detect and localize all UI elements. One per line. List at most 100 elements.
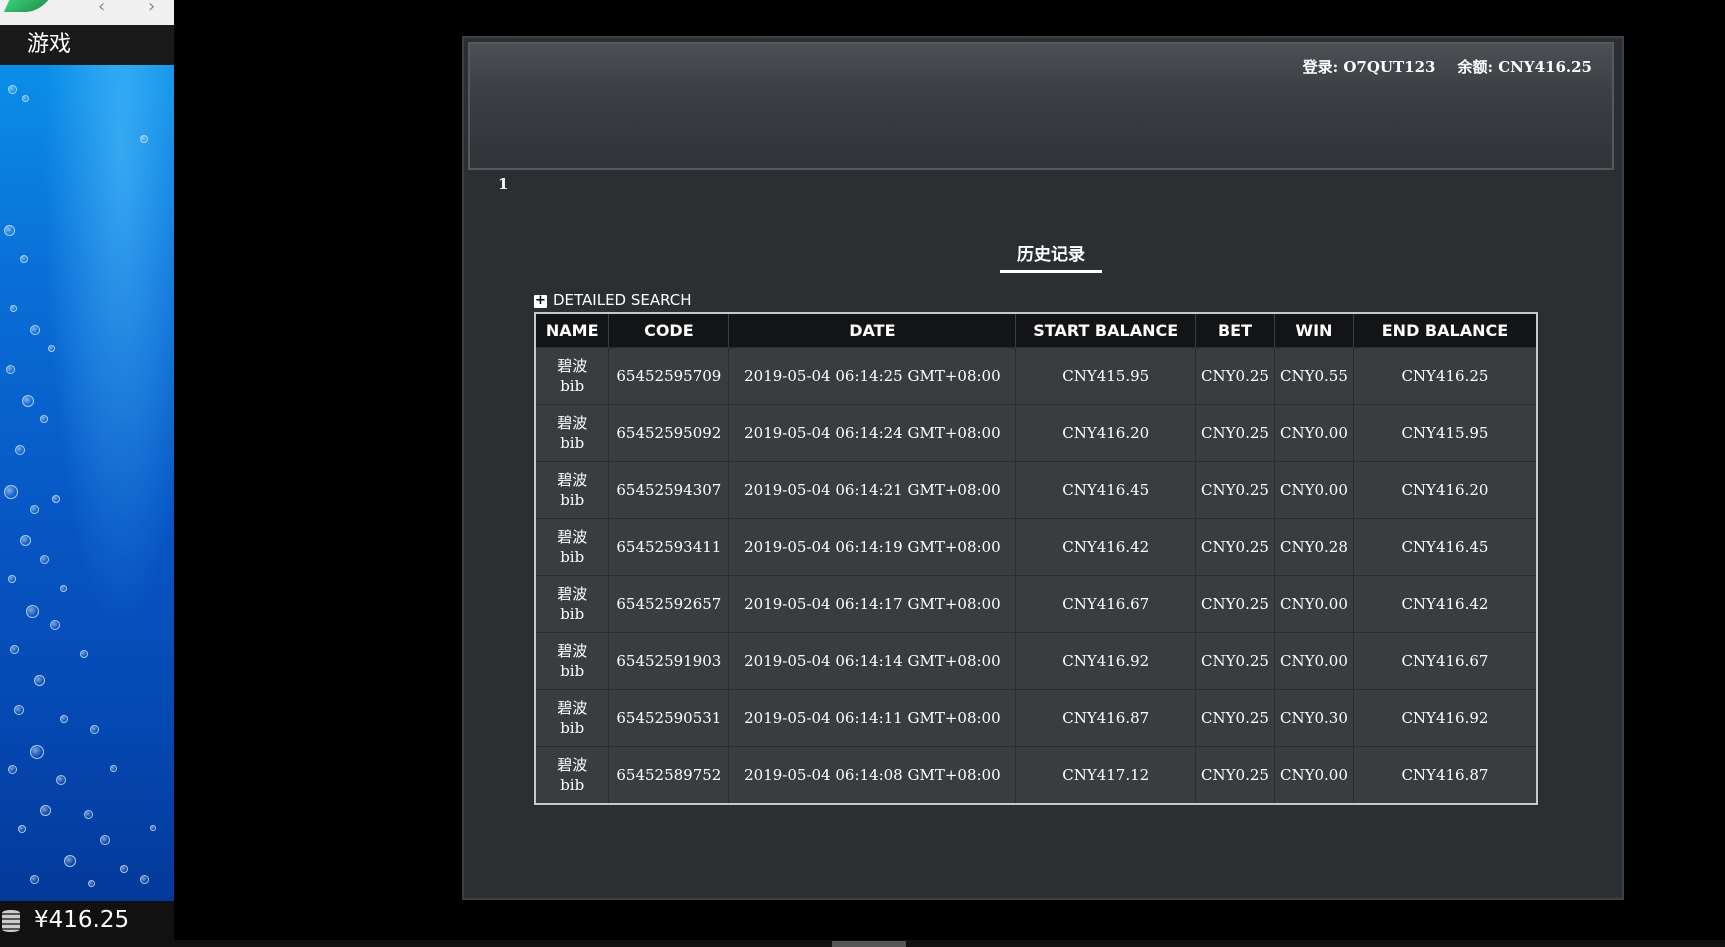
cell-start-balance: CNY416.42 — [1015, 518, 1196, 576]
bubble-decoration — [22, 395, 34, 407]
cell-bet: CNY0.25 — [1195, 632, 1275, 690]
cell-end-balance: CNY415.95 — [1352, 404, 1537, 462]
cell-start-balance: CNY416.67 — [1015, 575, 1196, 633]
game-name-en: bib — [560, 776, 585, 794]
bubble-decoration — [22, 95, 29, 102]
game-name-en: bib — [560, 491, 585, 509]
table-row[interactable]: 碧波 bib 65452595709 2019-05-04 06:14:25 GMT+… — [534, 347, 1537, 405]
cell-win: CNY0.00 — [1273, 461, 1354, 519]
cell-end-balance: CNY416.92 — [1352, 689, 1537, 747]
game-name-en: bib — [560, 548, 585, 566]
cell-win: CNY0.00 — [1273, 575, 1354, 633]
cell-end-balance: CNY416.67 — [1352, 632, 1537, 690]
column-header-start-balance: START BALANCE — [1015, 313, 1196, 348]
cell-bet: CNY0.25 — [1195, 689, 1275, 747]
bubble-decoration — [4, 225, 15, 236]
bubble-decoration — [20, 255, 28, 263]
bubble-decoration — [120, 865, 128, 873]
bubble-decoration — [15, 445, 25, 455]
game-name-en: bib — [560, 377, 585, 395]
cell-date: 2019-05-04 06:14:19 GMT+08:00 — [728, 518, 1016, 576]
bubble-decoration — [14, 705, 24, 715]
bubble-decoration — [50, 620, 60, 630]
bubble-decoration — [10, 645, 19, 654]
sidebar: ‹ › 游戏 ¥416.25 — [0, 0, 174, 947]
table-row[interactable]: 碧波 bib 65452595092 2019-05-04 06:14:24 GMT+… — [534, 404, 1537, 462]
cell-bet: CNY0.25 — [1195, 575, 1275, 633]
table-row[interactable]: 碧波 bib 65452594307 2019-05-04 06:14:21 GMT+… — [534, 461, 1537, 519]
page-number[interactable]: 1 — [498, 175, 508, 193]
cell-bet: CNY0.25 — [1195, 518, 1275, 576]
bubble-decoration — [40, 415, 48, 423]
table-header-row: NAME CODE DATE START BALANCE BET WIN END… — [534, 313, 1537, 348]
table-row[interactable]: 碧波 bib 65452593411 2019-05-04 06:14:19 GMT+… — [534, 518, 1537, 576]
bubble-decoration — [140, 875, 149, 884]
sidebar-balance: ¥416.25 — [0, 901, 174, 940]
cell-end-balance: CNY416.87 — [1352, 746, 1537, 804]
chevron-right-icon[interactable]: › — [148, 0, 155, 17]
cell-name: 碧波 bib — [534, 404, 609, 462]
bubble-decoration — [4, 485, 18, 499]
game-preview-background — [0, 65, 174, 901]
detailed-search-label[interactable]: DETAILED SEARCH — [553, 291, 692, 309]
cell-win: CNY0.28 — [1273, 518, 1354, 576]
bubble-decoration — [60, 585, 67, 592]
bubble-decoration — [100, 835, 110, 845]
cell-code: 65452595092 — [608, 404, 729, 462]
cell-end-balance: CNY416.45 — [1352, 518, 1537, 576]
cell-date: 2019-05-04 06:14:08 GMT+08:00 — [728, 746, 1016, 804]
cell-name: 碧波 bib — [534, 746, 609, 804]
cell-bet: CNY0.25 — [1195, 347, 1275, 405]
cell-code: 65452593411 — [608, 518, 729, 576]
login-id: 登录: O7QUT123 — [1302, 58, 1436, 76]
cell-win: CNY0.00 — [1273, 632, 1354, 690]
cell-bet: CNY0.25 — [1195, 404, 1275, 462]
table-row[interactable]: 碧波 bib 65452591903 2019-05-04 06:14:14 GMT+… — [534, 632, 1537, 690]
cell-name: 碧波 bib — [534, 632, 609, 690]
game-name-cn: 碧波 — [557, 528, 588, 546]
cell-win: CNY0.30 — [1273, 689, 1354, 747]
bubble-decoration — [8, 575, 16, 583]
history-table-body: 碧波 bib 65452595709 2019-05-04 06:14:25 GMT+… — [534, 347, 1537, 804]
chevron-left-icon[interactable]: ‹ — [98, 0, 105, 17]
cell-end-balance: CNY416.42 — [1352, 575, 1537, 633]
panel-header: 登录: O7QUT123 余额: CNY416.25 — [468, 42, 1614, 170]
bubble-decoration — [8, 85, 17, 94]
expand-plus-icon[interactable]: + — [534, 294, 547, 308]
games-tab[interactable]: 游戏 — [0, 25, 174, 65]
game-name-cn: 碧波 — [557, 699, 588, 717]
cell-code: 65452591903 — [608, 632, 729, 690]
game-name-en: bib — [560, 662, 585, 680]
column-header-bet: BET — [1195, 313, 1275, 348]
cell-start-balance: CNY417.12 — [1015, 746, 1196, 804]
bubble-decoration — [26, 605, 39, 618]
column-header-code: CODE — [608, 313, 729, 348]
cell-bet: CNY0.25 — [1195, 461, 1275, 519]
detailed-search-toggle[interactable]: + DETAILED SEARCH — [534, 291, 692, 309]
table-row[interactable]: 碧波 bib 65452592657 2019-05-04 06:14:17 GMT+… — [534, 575, 1537, 633]
history-table: NAME CODE DATE START BALANCE BET WIN END… — [534, 312, 1538, 805]
cell-name: 碧波 bib — [534, 575, 609, 633]
column-header-win: WIN — [1273, 313, 1354, 348]
cell-win: CNY0.00 — [1273, 404, 1354, 462]
bubble-decoration — [40, 555, 49, 564]
game-name-cn: 碧波 — [557, 357, 588, 375]
bubble-decoration — [18, 825, 26, 833]
bubble-decoration — [30, 875, 39, 884]
game-name-cn: 碧波 — [557, 642, 588, 660]
table-row[interactable]: 碧波 bib 65452590531 2019-05-04 06:14:11 GMT+… — [534, 689, 1537, 747]
account-balance: 余额: CNY416.25 — [1457, 58, 1592, 76]
brand-logo — [3, 0, 53, 12]
cell-win: CNY0.00 — [1273, 746, 1354, 804]
game-name-en: bib — [560, 605, 585, 623]
cell-code: 65452590531 — [608, 689, 729, 747]
bubble-decoration — [6, 365, 15, 374]
cell-start-balance: CNY416.92 — [1015, 632, 1196, 690]
horizontal-scrollbar[interactable] — [0, 940, 1725, 947]
bubble-decoration — [84, 810, 93, 819]
scrollbar-thumb[interactable] — [832, 941, 906, 947]
bubble-decoration — [60, 715, 68, 723]
cell-date: 2019-05-04 06:14:14 GMT+08:00 — [728, 632, 1016, 690]
table-row[interactable]: 碧波 bib 65452589752 2019-05-04 06:14:08 GMT+… — [534, 746, 1537, 804]
cell-date: 2019-05-04 06:14:24 GMT+08:00 — [728, 404, 1016, 462]
